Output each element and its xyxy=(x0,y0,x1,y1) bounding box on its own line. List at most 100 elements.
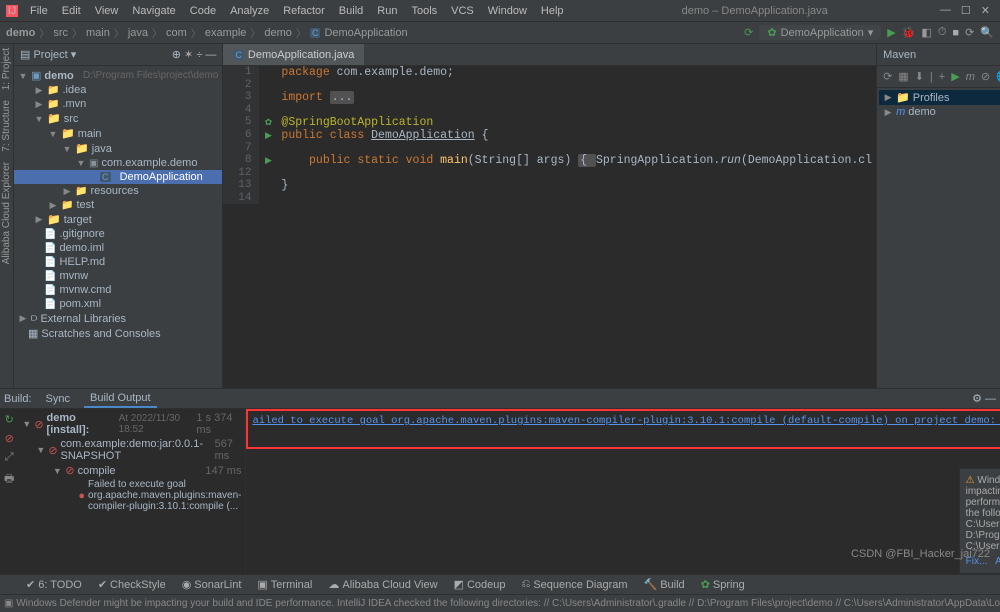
error-filter-icon[interactable]: ⊘ xyxy=(5,432,14,445)
hide-icon[interactable]: — xyxy=(985,393,996,405)
offline-icon[interactable]: 🌐 xyxy=(996,70,1000,83)
project-dropdown-icon[interactable]: ▤ xyxy=(20,49,30,61)
menu-view[interactable]: View xyxy=(89,5,125,17)
menu-edit[interactable]: Edit xyxy=(56,5,87,17)
download-icon[interactable]: ⬇ xyxy=(915,70,924,83)
cloud-icon: ☁ xyxy=(328,578,339,591)
bottom-tab-sequence[interactable]: ⎌Sequence Diagram xyxy=(514,578,636,591)
file-icon: 📄 xyxy=(44,299,56,310)
gear-icon[interactable]: ⚙ xyxy=(972,393,982,405)
breadcrumb[interactable]: com xyxy=(166,27,187,39)
menu-tools[interactable]: Tools xyxy=(405,5,443,17)
close-icon[interactable]: ✕ xyxy=(981,4,990,17)
debug-button[interactable]: 🐞 xyxy=(902,26,916,39)
stop-button[interactable]: ■ xyxy=(952,27,959,39)
main-menu: File Edit View Navigate Code Analyze Ref… xyxy=(24,5,570,17)
play-icon[interactable]: ▶ xyxy=(951,70,959,83)
tool-window-toggle-icon[interactable]: ▣ xyxy=(4,598,13,609)
update-app-button[interactable]: ⟳ xyxy=(965,26,974,39)
expand-icon[interactable]: ⤢ xyxy=(5,451,14,464)
minimize-icon[interactable]: — xyxy=(940,4,951,17)
bottom-tab-todo[interactable]: ✔6: TODO xyxy=(18,578,90,591)
gear-icon[interactable]: ✶ xyxy=(184,49,193,61)
sonarlint-icon: ◉ xyxy=(182,578,192,591)
run-config-label: DemoApplication xyxy=(781,27,864,39)
class-icon: C xyxy=(233,50,244,60)
hide-icon[interactable]: — xyxy=(205,49,216,61)
file-icon: 📄 xyxy=(44,285,56,296)
menu-run[interactable]: Run xyxy=(371,5,403,17)
defender-notification[interactable]: ⚠ Windows Defender might be impacting yo… xyxy=(959,468,1000,574)
menu-build[interactable]: Build xyxy=(333,5,369,17)
maximize-icon[interactable]: ☐ xyxy=(961,4,971,17)
reload-icon[interactable]: ⟳ xyxy=(883,70,892,83)
bottom-tab-build[interactable]: 🔨Build xyxy=(636,578,693,591)
breadcrumb[interactable]: src xyxy=(53,27,68,39)
editor-tab[interactable]: C DemoApplication.java xyxy=(223,44,364,65)
profile-button[interactable]: ⏱ xyxy=(938,26,947,39)
rail-cloud-explorer[interactable]: Alibaba Cloud Explorer xyxy=(0,158,13,268)
plus-icon[interactable]: + xyxy=(939,71,945,83)
tab-build-output[interactable]: Build Output xyxy=(84,390,157,408)
menu-refactor[interactable]: Refactor xyxy=(277,5,331,17)
project-tree[interactable]: ▼▣ demo D:\Program Files\project\demo ▶📁… xyxy=(14,66,222,388)
menu-window[interactable]: Window xyxy=(482,5,533,17)
bottom-tab-checkstyle[interactable]: ✔CheckStyle xyxy=(90,578,174,591)
code-editor[interactable]: 1package com.example.demo; 2 3import ...… xyxy=(223,66,876,204)
search-icon[interactable]: 🔍 xyxy=(980,26,994,39)
error-message[interactable]: ailed to execute goal org.apache.maven.p… xyxy=(246,409,1000,449)
breadcrumb[interactable]: java xyxy=(128,27,148,39)
tab-sync[interactable]: Sync xyxy=(40,391,76,407)
menu-help[interactable]: Help xyxy=(535,5,570,17)
menu-code[interactable]: Code xyxy=(184,5,222,17)
library-icon: ⫐ xyxy=(31,312,37,325)
module-icon: ▣ xyxy=(31,69,41,82)
menu-analyze[interactable]: Analyze xyxy=(224,5,275,17)
breadcrumb[interactable]: demo xyxy=(6,27,35,39)
actions-link[interactable]: Actions ▾ xyxy=(995,556,1000,567)
fix-link[interactable]: Fix... xyxy=(966,556,988,567)
bottom-tab-terminal[interactable]: ▣Terminal xyxy=(249,578,320,591)
warning-icon: ⚠ xyxy=(966,475,975,486)
print-icon[interactable]: 🖶 xyxy=(4,470,14,489)
maven-tree[interactable]: ▶📁 Profiles ▶m demo xyxy=(877,88,1000,121)
bottom-tab-sonarlint[interactable]: ◉SonarLint xyxy=(174,578,250,591)
locate-icon[interactable]: ⊕ xyxy=(172,49,181,61)
breadcrumb[interactable]: main xyxy=(86,27,110,39)
generate-icon[interactable]: ▦ xyxy=(898,70,908,83)
error-icon: ⊘ xyxy=(34,418,43,431)
panel-title: Project xyxy=(33,49,67,61)
run-button[interactable]: ▶ xyxy=(887,26,895,39)
checkstyle-icon: ✔ xyxy=(98,578,107,591)
run-config-combo[interactable]: ✿ DemoApplication ▾ xyxy=(759,25,881,40)
folder-icon: 📁 xyxy=(47,112,61,125)
scratch-icon: ▦ xyxy=(28,327,38,340)
folder-icon: 📁 xyxy=(47,99,59,110)
build-output[interactable]: ailed to execute goal org.apache.maven.p… xyxy=(246,409,1000,574)
menu-file[interactable]: File xyxy=(24,5,54,17)
breadcrumb[interactable]: demo xyxy=(264,27,292,39)
bottom-tab-cloudview[interactable]: ☁Alibaba Cloud View xyxy=(320,578,445,591)
rail-project[interactable]: 1: Project xyxy=(0,44,13,94)
rerun-icon[interactable]: ↻ xyxy=(5,413,14,426)
rail-structure[interactable]: 7: Structure xyxy=(0,96,13,156)
skip-tests-icon[interactable]: ⊘ xyxy=(981,70,990,83)
statusbar-message[interactable]: Windows Defender might be impacting your… xyxy=(16,598,1000,609)
bottom-tab-codeup[interactable]: ◩Codeup xyxy=(446,578,514,591)
recompile-icon[interactable]: ⟳ xyxy=(744,26,753,39)
run-line-gutter-icon[interactable]: ▶ xyxy=(259,154,277,167)
breadcrumb[interactable]: example xyxy=(205,27,247,39)
class-icon: C xyxy=(310,28,321,38)
collapse-icon[interactable]: ÷ xyxy=(196,49,202,61)
m-icon[interactable]: m xyxy=(966,71,975,83)
menu-navigate[interactable]: Navigate xyxy=(126,5,181,17)
coverage-button[interactable]: ◧ xyxy=(921,26,931,39)
menu-vcs[interactable]: VCS xyxy=(445,5,480,17)
build-tree[interactable]: ▼⊘ demo [install]: At 2022/11/30 18:521 … xyxy=(18,409,246,574)
breadcrumb[interactable]: DemoApplication xyxy=(324,27,407,39)
folder-icon: 📁 xyxy=(61,200,73,211)
run-line-gutter-icon[interactable]: ▶ xyxy=(259,129,277,142)
bottom-tab-spring[interactable]: ✿Spring xyxy=(693,578,753,591)
folder-icon: 📁 xyxy=(75,142,89,155)
folder-icon: 📁 xyxy=(47,213,61,226)
